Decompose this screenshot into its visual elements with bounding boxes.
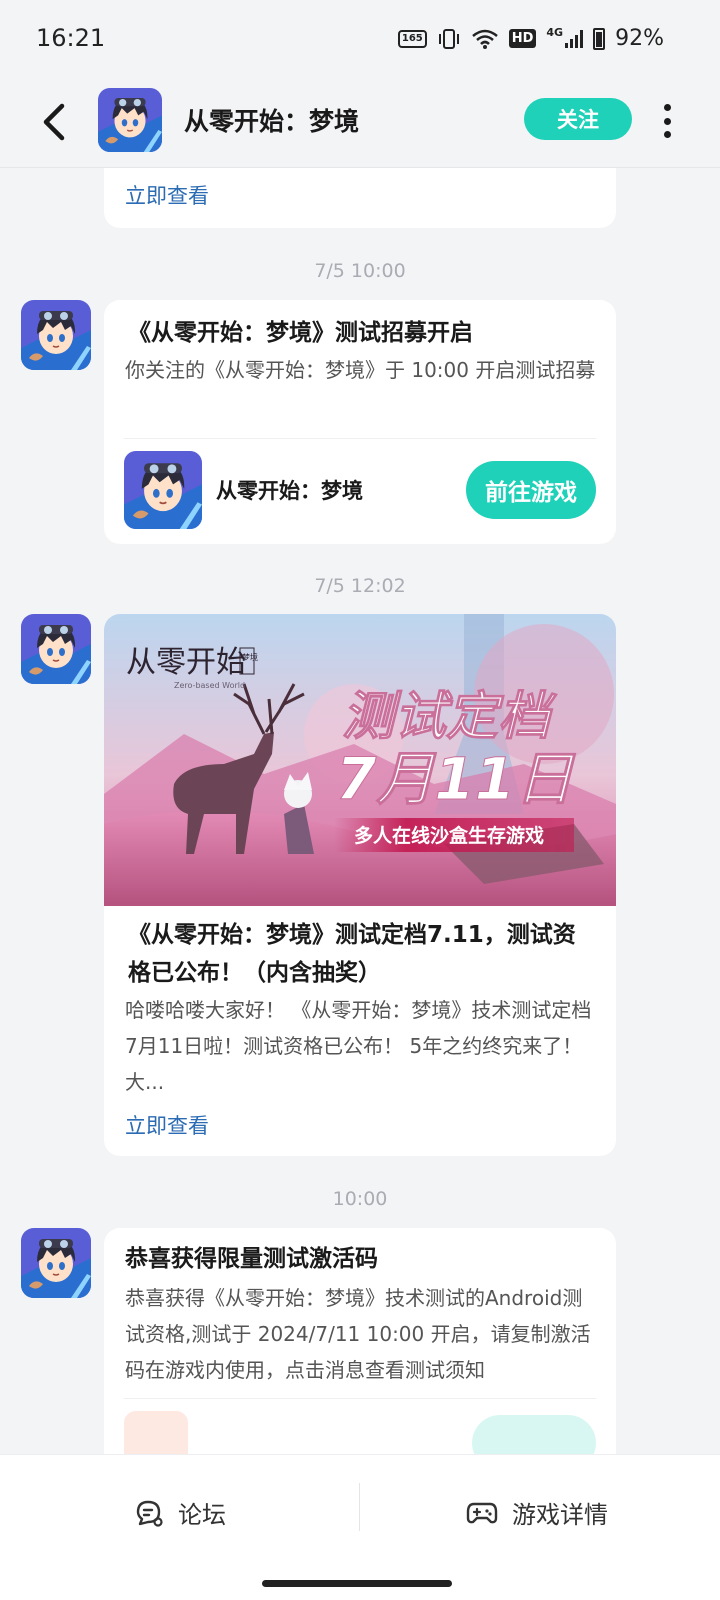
game-icon[interactable]	[124, 451, 202, 529]
tab-forum-label: 论坛	[178, 1501, 226, 1529]
promo-banner[interactable]: 从零开始 梦境 Zero-based World 测试定档 7月11日 多人在线…	[104, 614, 616, 906]
banner-logo-sub: 梦境	[242, 652, 258, 662]
status-time: 16:21	[36, 24, 106, 52]
banner-tagline: 多人在线沙盒生存游戏	[354, 824, 544, 847]
game-name: 从零开始：梦境	[216, 479, 363, 503]
game-avatar[interactable]	[98, 88, 162, 152]
follow-button[interactable]: 关注	[524, 98, 632, 140]
view-now-link[interactable]: 立即查看	[125, 1110, 209, 1140]
network-label: 4G	[546, 26, 564, 39]
view-now-link[interactable]: 立即查看	[125, 180, 209, 210]
banner-logo: 从零开始	[126, 645, 246, 680]
message-title: 《从零开始：梦境》测试定档7.11，测试资格已公布！（内含抽奖）	[128, 922, 576, 986]
message-card[interactable]: 《从零开始：梦境》测试招募开启 你关注的《从零开始：梦境》于 10:00 开启测…	[104, 300, 616, 544]
signal-icon	[565, 29, 584, 48]
more-options-icon[interactable]	[660, 104, 674, 138]
hd-icon: HD	[508, 29, 537, 48]
message-title: 《从零开始：梦境》测试招募开启	[128, 320, 473, 346]
back-arrow-icon[interactable]	[36, 100, 76, 144]
battery-icon	[593, 27, 606, 50]
tab-game-details[interactable]: 游戏详情	[466, 1495, 608, 1530]
message-title: 恭喜获得限量测试激活码	[125, 1246, 378, 1272]
banner-logo-en: Zero-based World	[174, 681, 245, 690]
status-bar: 16:21 165 HD 4G 92%	[0, 0, 720, 80]
header: 从零开始：梦境 关注	[0, 80, 720, 168]
bottom-tab-bar: 论坛 游戏详情	[0, 1454, 720, 1600]
game-link-row[interactable]: 从零开始：梦境 前往游戏	[124, 438, 596, 546]
vibrate-icon	[438, 28, 459, 49]
banner-date: 7月11日	[336, 745, 576, 813]
page-title: 从零开始：梦境	[184, 107, 360, 136]
forum-icon	[136, 1500, 163, 1527]
status-icons: 165 HD 4G 92%	[397, 26, 664, 51]
tab-game-details-label: 游戏详情	[512, 1501, 608, 1529]
sender-avatar[interactable]	[21, 1228, 91, 1298]
banner-artwork: 从零开始 梦境 Zero-based World 测试定档 7月11日 多人在线…	[104, 614, 616, 906]
message-body: 哈喽哈喽大家好！ 《从零开始：梦境》技术测试定档7月11日啦！测试资格已公布！ …	[125, 998, 592, 1094]
message-body: 你关注的《从零开始：梦境》于 10:00 开启测试招募	[125, 358, 596, 382]
sender-avatar[interactable]	[21, 614, 91, 684]
home-indicator[interactable]	[262, 1580, 452, 1587]
battery-level: 92%	[615, 26, 664, 51]
timestamp: 10:00	[332, 1188, 388, 1210]
timestamp: 7/5 10:00	[314, 260, 406, 282]
message-body: 恭喜获得《从零开始：梦境》技术测试的Android测试资格,测试于 2024/7…	[125, 1286, 591, 1382]
wifi-icon	[471, 29, 498, 49]
refresh-rate-icon: 165	[397, 29, 427, 48]
message-card[interactable]: 从零开始 梦境 Zero-based World 测试定档 7月11日 多人在线…	[104, 614, 616, 1156]
tab-divider	[359, 1483, 360, 1531]
tab-forum[interactable]: 论坛	[134, 1495, 226, 1530]
gamepad-icon	[466, 1502, 498, 1523]
sender-avatar[interactable]	[21, 300, 91, 370]
message-card[interactable]: 恭喜获得限量测试激活码 恭喜获得《从零开始：梦境》技术测试的Android测试资…	[104, 1228, 616, 1488]
go-to-game-button[interactable]: 前往游戏	[466, 461, 596, 519]
banner-headline: 测试定档	[342, 687, 558, 747]
timestamp: 7/5 12:02	[314, 575, 406, 597]
